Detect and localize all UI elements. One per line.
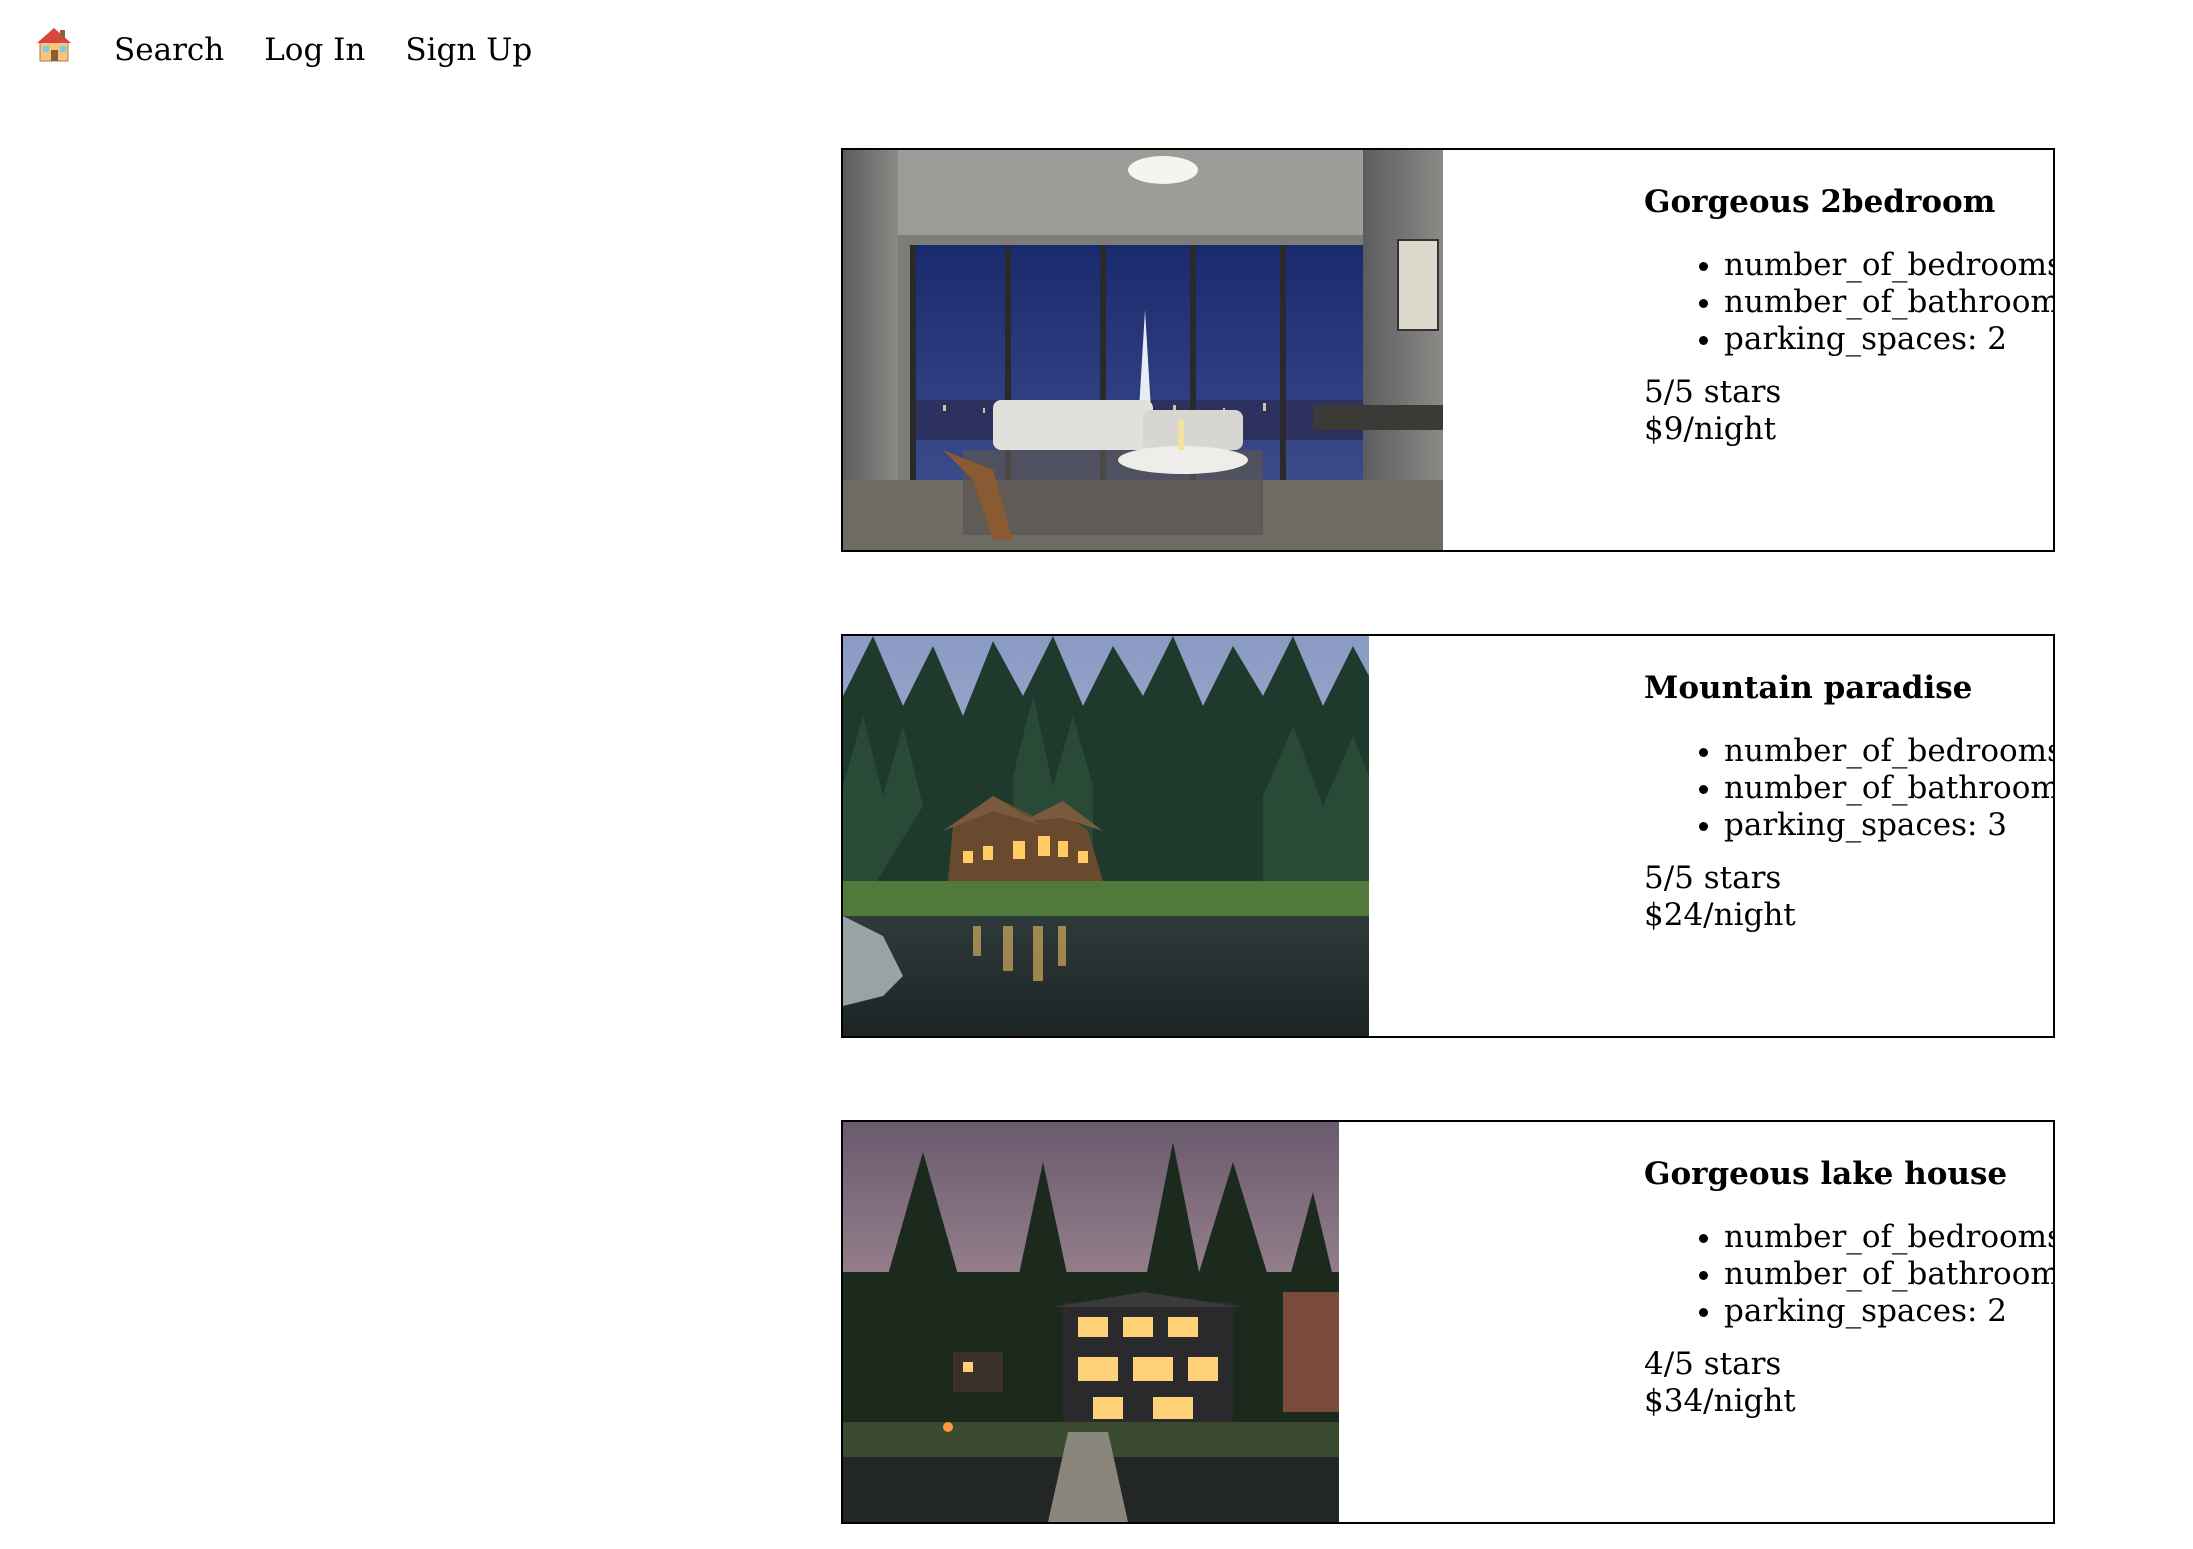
listing-info: Gorgeous 2bedroom number_of_bedrooms: 2 … xyxy=(1644,184,2053,448)
listing-title[interactable]: Gorgeous lake house xyxy=(1644,1156,2053,1193)
listing-card[interactable]: Gorgeous 2bedroom number_of_bedrooms: 2 … xyxy=(841,148,2055,552)
listing-card[interactable]: Mountain paradise number_of_bedrooms: 5 … xyxy=(841,634,2055,1038)
listing-image-cabin[interactable] xyxy=(843,636,1369,1036)
amenity-parking: parking_spaces: 2 xyxy=(1724,1293,2053,1330)
listing-title[interactable]: Mountain paradise xyxy=(1644,670,2053,707)
listing-price: $24/night xyxy=(1644,897,1796,933)
listing-rating: 4/5 stars xyxy=(1644,1346,1782,1382)
login-link[interactable]: Log In xyxy=(264,28,365,72)
listing-price: $9/night xyxy=(1644,411,1777,447)
listing-rating: 5/5 stars xyxy=(1644,860,1782,896)
amenity-parking: parking_spaces: 2 xyxy=(1724,321,2053,358)
listing-price: $34/night xyxy=(1644,1383,1796,1419)
listing-image-lake-house[interactable] xyxy=(843,1122,1339,1522)
listing-info: Gorgeous lake house number_of_bedrooms: … xyxy=(1644,1156,2053,1420)
listing-info: Mountain paradise number_of_bedrooms: 5 … xyxy=(1644,670,2053,934)
amenity-bedrooms: number_of_bedrooms: 4 xyxy=(1724,1219,2053,1256)
amenity-bathrooms: number_of_bathrooms: 6 xyxy=(1724,1256,2053,1293)
top-nav: Search Log In Sign Up xyxy=(34,28,532,72)
amenities-list: number_of_bedrooms: 5 number_of_bathroom… xyxy=(1644,733,2053,844)
amenity-bathrooms: number_of_bathrooms: 5 xyxy=(1724,770,2053,807)
house-emoji-icon xyxy=(37,28,71,62)
amenities-list: number_of_bedrooms: 2 number_of_bathroom… xyxy=(1644,247,2053,358)
listings-list: Gorgeous 2bedroom number_of_bedrooms: 2 … xyxy=(841,148,2055,1524)
amenity-bedrooms: number_of_bedrooms: 2 xyxy=(1724,247,2053,284)
home-link[interactable] xyxy=(34,24,74,76)
listing-card[interactable]: Gorgeous lake house number_of_bedrooms: … xyxy=(841,1120,2055,1524)
amenities-list: number_of_bedrooms: 4 number_of_bathroom… xyxy=(1644,1219,2053,1330)
listing-image-apartment[interactable] xyxy=(843,150,1443,550)
signup-link[interactable]: Sign Up xyxy=(405,28,532,72)
listing-title[interactable]: Gorgeous 2bedroom xyxy=(1644,184,2053,221)
search-link[interactable]: Search xyxy=(114,28,224,72)
amenity-bedrooms: number_of_bedrooms: 5 xyxy=(1724,733,2053,770)
listing-rating: 5/5 stars xyxy=(1644,374,1782,410)
amenity-bathrooms: number_of_bathrooms: 2 xyxy=(1724,284,2053,321)
amenity-parking: parking_spaces: 3 xyxy=(1724,807,2053,844)
